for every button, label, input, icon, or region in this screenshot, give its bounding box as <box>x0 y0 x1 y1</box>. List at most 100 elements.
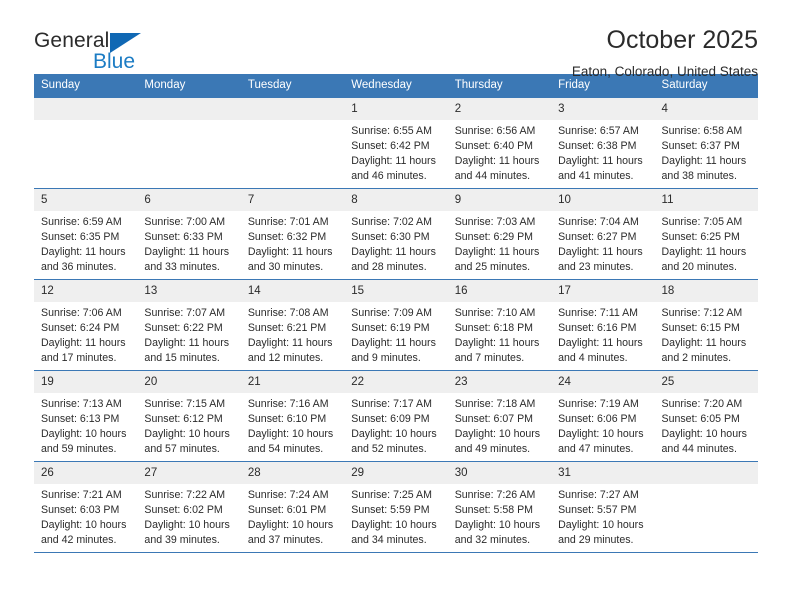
calendar-day-cell[interactable]: 1 Sunrise: 6:55 AM Sunset: 6:42 PM Daylight… <box>344 97 448 188</box>
calendar-day-cell[interactable]: 10 Sunrise: 7:04 AM Sunset: 6:27 PM Dayligh… <box>551 188 655 279</box>
day-number: 2 <box>447 97 552 120</box>
calendar-day-cell[interactable]: 18 Sunrise: 7:12 AM Sunset: 6:15 PM Dayligh… <box>654 279 758 370</box>
daylight-line-2: and 46 minutes. <box>351 169 427 182</box>
calendar-day-cell[interactable]: 19 Sunrise: 7:13 AM Sunset: 6:13 PM Dayligh… <box>34 370 138 461</box>
daylight-line-1: Daylight: 10 hours <box>661 427 747 440</box>
day-sun-info: Sunrise: 7:08 AM Sunset: 6:21 PM Daylight:… <box>241 302 344 366</box>
daylight-line-2: and 29 minutes. <box>558 533 634 546</box>
daylight-line-1: Daylight: 11 hours <box>558 245 643 258</box>
day-sun-info: Sunrise: 6:55 AM Sunset: 6:42 PM Daylight:… <box>344 120 447 184</box>
daylight-line-2: and 23 minutes. <box>558 260 634 273</box>
sunrise-time: Sunrise: 7:02 AM <box>351 215 432 228</box>
day-number: 1 <box>344 97 448 120</box>
calendar-day-cell[interactable]: 20 Sunrise: 7:15 AM Sunset: 6:12 PM Dayligh… <box>137 370 241 461</box>
day-sun-info: Sunrise: 7:06 AM Sunset: 6:24 PM Daylight:… <box>34 302 137 366</box>
calendar-day-cell[interactable]: 6 Sunrise: 7:00 AM Sunset: 6:33 PM Daylight… <box>137 188 241 279</box>
calendar-day-cell[interactable]: 12 Sunrise: 7:06 AM Sunset: 6:24 PM Dayligh… <box>34 279 138 370</box>
sunset-time: Sunset: 6:25 PM <box>661 230 740 243</box>
day-number: 24 <box>551 370 655 393</box>
daylight-line-1: Daylight: 11 hours <box>661 245 747 258</box>
daylight-line-2: and 30 minutes. <box>247 260 324 273</box>
sunrise-time: Sunrise: 7:09 AM <box>351 306 432 319</box>
calendar-day-cell-empty <box>34 97 138 188</box>
calendar-day-cell[interactable]: 14 Sunrise: 7:08 AM Sunset: 6:21 PM Dayligh… <box>240 279 345 370</box>
day-number <box>137 97 241 120</box>
sunrise-time: Sunrise: 7:20 AM <box>661 397 743 410</box>
sunrise-time: Sunrise: 7:05 AM <box>661 215 743 228</box>
weekday-header-wednesday: Wednesday <box>351 79 412 91</box>
calendar-page: General Blue October 2025 Eaton, Colorad… <box>0 0 792 612</box>
day-sun-info: Sunrise: 7:09 AM Sunset: 6:19 PM Daylight:… <box>344 302 447 366</box>
sunset-time: Sunset: 6:03 PM <box>41 503 120 516</box>
calendar-day-cell[interactable]: 8 Sunrise: 7:02 AM Sunset: 6:30 PM Daylight… <box>344 188 448 279</box>
calendar-day-cell[interactable]: 29 Sunrise: 7:25 AM Sunset: 5:59 PM Dayligh… <box>344 461 448 552</box>
daylight-line-1: Daylight: 10 hours <box>558 518 644 531</box>
sunset-time: Sunset: 6:37 PM <box>661 139 740 152</box>
calendar-day-cell[interactable]: 16 Sunrise: 7:10 AM Sunset: 6:18 PM Dayligh… <box>447 279 552 370</box>
calendar-day-cell[interactable]: 21 Sunrise: 7:16 AM Sunset: 6:10 PM Dayligh… <box>240 370 345 461</box>
daylight-line-2: and 59 minutes. <box>41 442 117 455</box>
daylight-line-1: Daylight: 11 hours <box>41 336 126 349</box>
calendar-day-cell[interactable]: 23 Sunrise: 7:18 AM Sunset: 6:07 PM Dayligh… <box>447 370 552 461</box>
day-sun-info: Sunrise: 7:22 AM Sunset: 6:02 PM Daylight:… <box>137 484 240 548</box>
daylight-line-1: Daylight: 11 hours <box>454 245 540 258</box>
day-number: 16 <box>447 279 552 302</box>
title-block: October 2025 Eaton, Colorado, United Sta… <box>572 26 758 79</box>
daylight-line-2: and 57 minutes. <box>144 442 220 455</box>
sunrise-time: Sunrise: 7:00 AM <box>144 215 226 228</box>
calendar-day-cell[interactable]: 15 Sunrise: 7:09 AM Sunset: 6:19 PM Dayligh… <box>344 279 448 370</box>
logo-text-general: General <box>34 29 110 52</box>
sunrise-time: Sunrise: 7:04 AM <box>558 215 639 228</box>
sunrise-sunset-calendar: Sunday Monday Tuesday Wednesday Thursday… <box>34 74 758 553</box>
calendar-day-cell-empty <box>137 97 241 188</box>
daylight-line-2: and 2 minutes. <box>661 351 732 364</box>
day-sun-info: Sunrise: 7:20 AM Sunset: 6:05 PM Daylight:… <box>655 393 758 457</box>
calendar-day-cell[interactable]: 13 Sunrise: 7:07 AM Sunset: 6:22 PM Dayligh… <box>137 279 241 370</box>
calendar-day-cell[interactable]: 2 Sunrise: 6:56 AM Sunset: 6:40 PM Daylight… <box>447 97 552 188</box>
sunrise-time: Sunrise: 7:08 AM <box>247 306 329 319</box>
calendar-day-cell[interactable]: 24 Sunrise: 7:19 AM Sunset: 6:06 PM Dayligh… <box>551 370 655 461</box>
sunrise-time: Sunrise: 7:07 AM <box>144 306 226 319</box>
sunset-time: Sunset: 6:09 PM <box>351 412 430 425</box>
day-sun-info: Sunrise: 7:26 AM Sunset: 5:58 PM Daylight:… <box>448 484 551 548</box>
daylight-line-2: and 41 minutes. <box>558 169 634 182</box>
sunrise-time: Sunrise: 7:18 AM <box>454 397 536 410</box>
day-number: 12 <box>34 279 138 302</box>
daylight-line-1: Daylight: 10 hours <box>454 518 541 531</box>
calendar-day-cell[interactable]: 3 Sunrise: 6:57 AM Sunset: 6:38 PM Daylight… <box>551 97 655 188</box>
calendar-day-cell[interactable]: 9 Sunrise: 7:03 AM Sunset: 6:29 PM Daylight… <box>447 188 552 279</box>
calendar-day-cell[interactable]: 11 Sunrise: 7:05 AM Sunset: 6:25 PM Dayligh… <box>654 188 758 279</box>
day-sun-info: Sunrise: 7:21 AM Sunset: 6:03 PM Daylight:… <box>34 484 137 548</box>
daylight-line-1: Daylight: 11 hours <box>247 245 333 258</box>
day-number: 4 <box>654 97 758 120</box>
calendar-day-cell[interactable]: 30 Sunrise: 7:26 AM Sunset: 5:58 PM Dayligh… <box>447 461 552 552</box>
day-sun-info: Sunrise: 6:58 AM Sunset: 6:37 PM Daylight:… <box>655 120 758 184</box>
calendar-day-cell[interactable]: 17 Sunrise: 7:11 AM Sunset: 6:16 PM Dayligh… <box>551 279 655 370</box>
calendar-day-cell[interactable]: 5 Sunrise: 6:59 AM Sunset: 6:35 PM Daylight… <box>34 188 138 279</box>
day-sun-info: Sunrise: 7:25 AM Sunset: 5:59 PM Daylight:… <box>344 484 447 548</box>
page-header: General Blue October 2025 Eaton, Colorad… <box>34 0 758 79</box>
logo-text-blue: Blue <box>93 50 136 73</box>
calendar-day-cell[interactable]: 31 Sunrise: 7:27 AM Sunset: 5:57 PM Dayligh… <box>551 461 655 552</box>
calendar-day-cell[interactable]: 26 Sunrise: 7:21 AM Sunset: 6:03 PM Dayligh… <box>34 461 138 552</box>
day-sun-info: Sunrise: 7:07 AM Sunset: 6:22 PM Daylight:… <box>137 302 240 366</box>
calendar-day-cell[interactable]: 28 Sunrise: 7:24 AM Sunset: 6:01 PM Dayligh… <box>240 461 345 552</box>
calendar-day-cell[interactable]: 22 Sunrise: 7:17 AM Sunset: 6:09 PM Dayligh… <box>344 370 448 461</box>
calendar-day-cell[interactable]: 7 Sunrise: 7:01 AM Sunset: 6:32 PM Daylight… <box>240 188 345 279</box>
sunrise-time: Sunrise: 7:12 AM <box>661 306 743 319</box>
sunset-time: Sunset: 6:01 PM <box>247 503 327 516</box>
general-blue-logo[interactable]: General Blue <box>34 26 154 78</box>
calendar-day-cell[interactable]: 27 Sunrise: 7:22 AM Sunset: 6:02 PM Dayligh… <box>137 461 241 552</box>
day-sun-info: Sunrise: 7:16 AM Sunset: 6:10 PM Daylight:… <box>241 393 344 457</box>
daylight-line-1: Daylight: 11 hours <box>144 245 230 258</box>
day-number: 27 <box>137 461 241 484</box>
calendar-day-cell[interactable]: 25 Sunrise: 7:20 AM Sunset: 6:05 PM Dayligh… <box>654 370 758 461</box>
daylight-line-1: Daylight: 11 hours <box>454 336 540 349</box>
calendar-day-cell[interactable]: 4 Sunrise: 6:58 AM Sunset: 6:37 PM Daylight… <box>654 97 758 188</box>
day-sun-info: Sunrise: 7:19 AM Sunset: 6:06 PM Daylight:… <box>551 393 654 457</box>
day-sun-info: Sunrise: 7:10 AM Sunset: 6:18 PM Daylight:… <box>448 302 551 366</box>
weekday-header-thursday: Thursday <box>454 79 503 91</box>
sunset-time: Sunset: 6:16 PM <box>558 321 637 334</box>
calendar-week-row: 12 Sunrise: 7:06 AM Sunset: 6:24 PM Dayligh… <box>34 279 758 371</box>
day-number: 28 <box>240 461 345 484</box>
